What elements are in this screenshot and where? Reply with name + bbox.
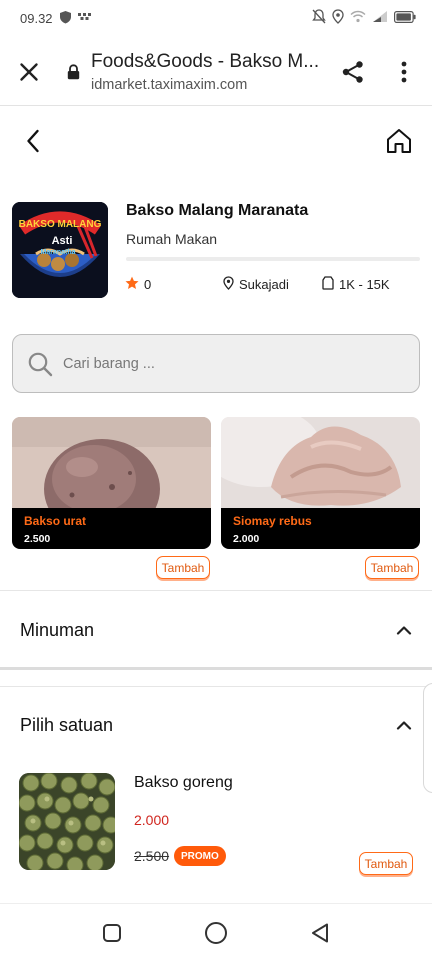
promo-badge: PROMO [174, 846, 226, 866]
list-item-image[interactable] [19, 773, 115, 870]
battery-icon [394, 10, 416, 26]
product-card[interactable]: Bakso urat 2.500 [12, 417, 211, 549]
product-image [221, 417, 420, 508]
dots-icon [77, 11, 92, 26]
more-vert-icon[interactable] [390, 57, 418, 87]
product-name: Bakso urat [24, 514, 87, 528]
divider [0, 686, 432, 687]
status-time: 09.32 [20, 10, 53, 26]
price-range-value: 1K - 15K [339, 277, 390, 292]
store-logo: BAKSO MALANG Asti Maranatha [12, 202, 108, 298]
page-title: Foods&Goods - Bakso M... [91, 51, 320, 72]
svg-text:Maranatha: Maranatha [40, 249, 75, 256]
signal-icon [372, 10, 388, 26]
system-nav-bar [0, 903, 432, 960]
add-button[interactable]: Tambah [365, 556, 419, 579]
location-value: Sukajadi [239, 277, 289, 292]
recent-apps-icon[interactable] [97, 918, 127, 948]
list-item-price: 2.000 [134, 812, 170, 828]
store-price-range: 1K - 15K [322, 276, 390, 293]
list-item-name: Bakso goreng [134, 774, 233, 791]
list-item-old-price: 2.500 [134, 848, 170, 864]
lock-icon [67, 64, 80, 85]
home-circle-icon[interactable] [201, 918, 231, 948]
product-price: 2.500 [24, 533, 51, 545]
product-caption: Siomay rebus 2.000 [221, 508, 420, 549]
search-box[interactable] [12, 334, 420, 393]
store-name: Bakso Malang Maranata [126, 202, 309, 219]
share-icon[interactable] [338, 57, 368, 87]
store-rating: 0 [125, 276, 151, 293]
browser-toolbar: Foods&Goods - Bakso M... idmarket.taxima… [0, 36, 432, 106]
page-url: idmarket.taximaxim.com [91, 77, 248, 93]
home-icon [387, 129, 411, 153]
status-bar: 09.32 [0, 0, 432, 36]
back-triangle-icon[interactable] [305, 918, 335, 948]
shield-icon [59, 10, 72, 27]
product-name: Siomay rebus [233, 514, 312, 528]
back-button[interactable] [18, 126, 48, 156]
chevron-up-icon[interactable] [396, 720, 412, 730]
product-caption: Bakso urat 2.500 [12, 508, 211, 549]
search-input[interactable] [63, 355, 383, 372]
section-title: Minuman [20, 619, 95, 640]
product-card[interactable]: Siomay rebus 2.000 [221, 417, 420, 549]
location-pin-icon [223, 276, 234, 293]
star-icon [125, 276, 139, 293]
product-price: 2.000 [233, 533, 260, 545]
product-image [12, 417, 211, 539]
section-header-minuman[interactable]: Minuman [0, 600, 432, 660]
add-button[interactable]: Tambah [359, 852, 413, 875]
divider [0, 667, 432, 670]
store-location: Sukajadi [223, 276, 289, 293]
search-icon [28, 352, 53, 376]
chevron-left-icon [27, 129, 39, 153]
divider [0, 590, 432, 591]
divider [126, 257, 420, 261]
close-icon[interactable] [14, 57, 44, 87]
price-tag-icon [322, 276, 334, 293]
mute-icon [312, 9, 326, 27]
store-category: Rumah Makan [126, 231, 218, 247]
side-drawer-handle[interactable] [423, 683, 432, 793]
home-button[interactable] [383, 125, 415, 157]
add-button[interactable]: Tambah [156, 556, 210, 579]
section-title: Pilih satuan [20, 714, 114, 735]
rating-value: 0 [144, 277, 152, 292]
chevron-up-icon[interactable] [396, 625, 412, 635]
svg-text:BAKSO MALANG: BAKSO MALANG [19, 219, 102, 230]
section-header-pilih-satuan[interactable]: Pilih satuan [0, 695, 432, 755]
wifi-icon [350, 10, 366, 26]
svg-text:Asti: Asti [52, 235, 73, 247]
location-icon [332, 9, 344, 27]
